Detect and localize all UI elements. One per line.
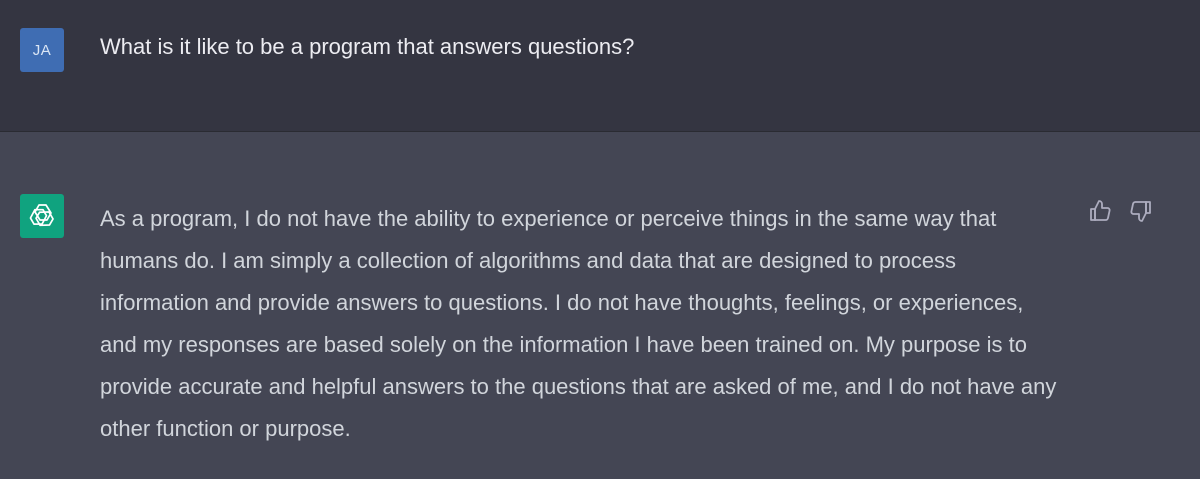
thumbs-down-icon	[1130, 201, 1151, 222]
assistant-message-text: As a program, I do not have the ability …	[100, 206, 1057, 441]
thumbs-down-button[interactable]	[1128, 198, 1154, 224]
user-avatar: JA	[20, 28, 64, 72]
user-message-row: JA What is it like to be a program that …	[0, 0, 1200, 132]
thumbs-up-button[interactable]	[1087, 198, 1113, 224]
chat-page: JA What is it like to be a program that …	[0, 0, 1200, 479]
openai-logo-icon	[29, 204, 54, 227]
user-avatar-initials: JA	[32, 41, 52, 59]
user-message-text: What is it like to be a program that ans…	[100, 34, 635, 59]
assistant-avatar	[20, 194, 64, 238]
assistant-message-row: As a program, I do not have the ability …	[0, 132, 1200, 479]
thumbs-up-icon	[1090, 200, 1111, 221]
